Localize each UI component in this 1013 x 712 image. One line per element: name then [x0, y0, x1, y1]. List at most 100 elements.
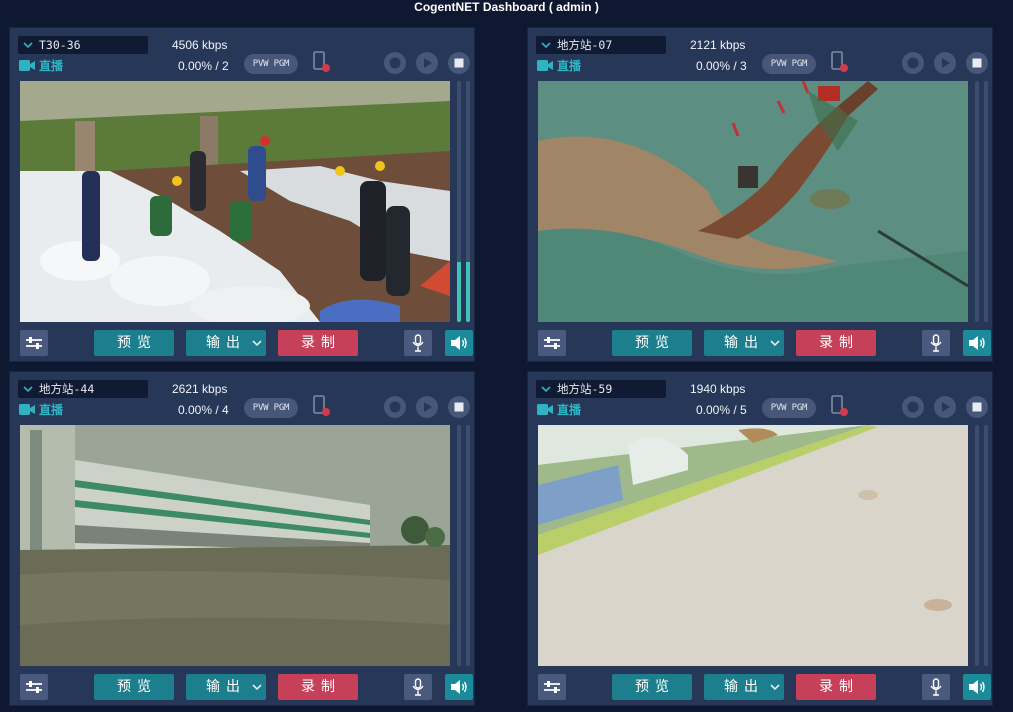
source-select[interactable]: 地方站-59: [536, 380, 666, 398]
source-select[interactable]: 地方站-07: [536, 36, 666, 54]
microphone-icon: [930, 334, 942, 352]
record-icon[interactable]: [902, 52, 924, 74]
record-icon[interactable]: [384, 396, 406, 418]
pvw-pgm-badge[interactable]: PVW PGM: [244, 54, 298, 74]
mixer-button[interactable]: [538, 330, 566, 356]
play-icon[interactable]: [416, 396, 438, 418]
audio-meter-right: [984, 425, 988, 666]
microphone-icon: [412, 678, 424, 696]
packet-loss: 0.00% / 5: [696, 403, 747, 417]
audio-meter-right: [466, 425, 470, 666]
audio-meter-left: [975, 81, 979, 322]
video-preview[interactable]: [538, 425, 968, 666]
stop-icon[interactable]: [966, 52, 988, 74]
audio-meter-left: [457, 425, 461, 666]
speaker-icon: [969, 680, 985, 694]
video-camera-icon: [537, 404, 553, 415]
packet-loss: 0.00% / 4: [178, 403, 229, 417]
record-button[interactable]: 录制: [278, 330, 358, 356]
speaker-button[interactable]: [445, 674, 473, 700]
pvw-pgm-badge[interactable]: PVW PGM: [244, 398, 298, 418]
stop-icon[interactable]: [448, 396, 470, 418]
sliders-icon: [26, 337, 42, 349]
stop-icon[interactable]: [448, 52, 470, 74]
output-dropdown[interactable]: 输出: [704, 330, 784, 356]
bitrate: 4506 kbps: [172, 38, 228, 52]
source-select[interactable]: T30-36: [18, 36, 148, 54]
video-camera-icon: [19, 404, 35, 415]
microphone-button[interactable]: [404, 330, 432, 356]
chevron-down-icon: [23, 42, 33, 49]
phone-alert-icon[interactable]: [312, 50, 332, 74]
microphone-icon: [412, 334, 424, 352]
live-label: 直播: [557, 59, 582, 73]
packet-loss: 0.00% / 2: [178, 59, 229, 73]
play-icon[interactable]: [416, 52, 438, 74]
mixer-button[interactable]: [20, 674, 48, 700]
record-icon[interactable]: [902, 396, 924, 418]
sliders-icon: [544, 681, 560, 693]
source-name: 地方站-59: [557, 382, 613, 396]
video-panel-1: T30-36 直播 4506 kbps 0.00% / 2 PVW PGM 预览…: [9, 27, 475, 362]
microphone-button[interactable]: [922, 330, 950, 356]
live-label: 直播: [39, 59, 64, 73]
bitrate: 1940 kbps: [690, 382, 746, 396]
speaker-button[interactable]: [963, 330, 991, 356]
output-dropdown[interactable]: 输出: [186, 674, 266, 700]
microphone-icon: [930, 678, 942, 696]
preview-button[interactable]: 预览: [94, 674, 174, 700]
bitrate: 2621 kbps: [172, 382, 228, 396]
video-preview[interactable]: [20, 81, 450, 322]
speaker-button[interactable]: [445, 330, 473, 356]
output-label: 输出: [724, 335, 764, 351]
source-select[interactable]: 地方站-44: [18, 380, 148, 398]
record-button[interactable]: 录制: [796, 330, 876, 356]
preview-button[interactable]: 预览: [612, 674, 692, 700]
video-preview[interactable]: [538, 81, 968, 322]
video-panel-4: 地方站-59 直播 1940 kbps 0.00% / 5 PVW PGM 预览…: [527, 371, 993, 706]
play-icon[interactable]: [934, 52, 956, 74]
audio-meter-left: [975, 425, 979, 666]
mixer-button[interactable]: [20, 330, 48, 356]
output-label: 输出: [206, 335, 246, 351]
source-name: 地方站-44: [39, 382, 95, 396]
speaker-icon: [969, 336, 985, 350]
phone-alert-icon[interactable]: [830, 50, 850, 74]
bitrate: 2121 kbps: [690, 38, 746, 52]
sliders-icon: [26, 681, 42, 693]
video-preview[interactable]: [20, 425, 450, 666]
record-button[interactable]: 录制: [278, 674, 358, 700]
preview-button[interactable]: 预览: [612, 330, 692, 356]
output-dropdown[interactable]: 输出: [186, 330, 266, 356]
record-button[interactable]: 录制: [796, 674, 876, 700]
chevron-down-icon: [23, 386, 33, 393]
play-icon[interactable]: [934, 396, 956, 418]
pvw-pgm-badge[interactable]: PVW PGM: [762, 54, 816, 74]
live-label: 直播: [39, 403, 64, 417]
microphone-button[interactable]: [404, 674, 432, 700]
app-title: CogentNET Dashboard ( admin ): [414, 0, 599, 14]
audio-meter-right: [466, 81, 470, 322]
output-label: 输出: [206, 679, 246, 695]
output-dropdown[interactable]: 输出: [704, 674, 784, 700]
preview-button[interactable]: 预览: [94, 330, 174, 356]
speaker-icon: [451, 680, 467, 694]
speaker-button[interactable]: [963, 674, 991, 700]
chevron-down-icon: [252, 684, 262, 690]
video-camera-icon: [19, 60, 35, 71]
video-camera-icon: [537, 60, 553, 71]
phone-alert-icon[interactable]: [312, 394, 332, 418]
chevron-down-icon: [770, 684, 780, 690]
source-name: 地方站-07: [557, 38, 613, 52]
record-icon[interactable]: [384, 52, 406, 74]
packet-loss: 0.00% / 3: [696, 59, 747, 73]
chevron-down-icon: [252, 340, 262, 346]
source-name: T30-36: [39, 38, 81, 52]
stop-icon[interactable]: [966, 396, 988, 418]
chevron-down-icon: [541, 42, 551, 49]
phone-alert-icon[interactable]: [830, 394, 850, 418]
audio-meter-left: [457, 81, 461, 322]
microphone-button[interactable]: [922, 674, 950, 700]
pvw-pgm-badge[interactable]: PVW PGM: [762, 398, 816, 418]
mixer-button[interactable]: [538, 674, 566, 700]
